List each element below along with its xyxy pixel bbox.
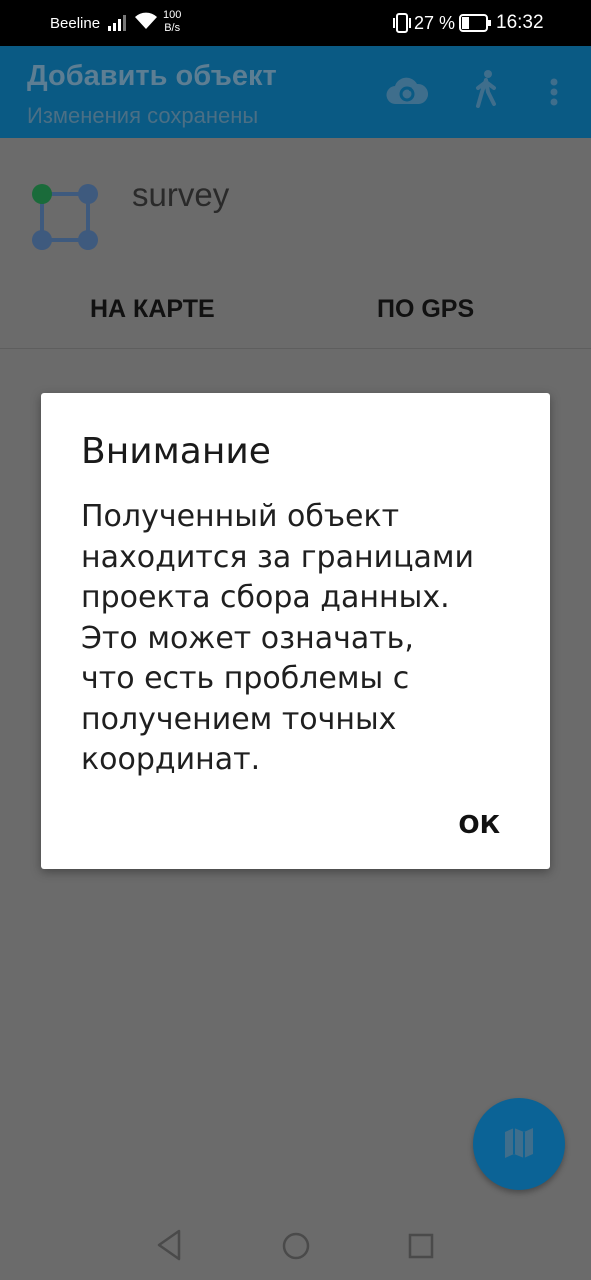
dialog-title: Внимание [81, 431, 271, 472]
save-status: Изменения сохранены [27, 103, 259, 128]
recents-nav-icon[interactable] [408, 1228, 434, 1262]
more-vert-icon[interactable] [550, 78, 558, 106]
net-speed-unit: B/s [164, 22, 181, 34]
layer-name: survey [132, 176, 230, 213]
wifi-icon [135, 12, 157, 29]
clock: 16:32 [496, 12, 544, 33]
alert-dialog: Внимание Полученный объект находится за … [41, 393, 550, 869]
net-speed-value: 100 [163, 9, 182, 21]
map-fab-button[interactable] [473, 1098, 565, 1190]
battery-icon [459, 14, 491, 32]
cloud-sync-icon[interactable] [386, 76, 428, 106]
divider [0, 348, 591, 349]
status-bar: Beeline 100 B/s 27 % 16:32 [0, 0, 591, 46]
home-nav-icon[interactable] [281, 1228, 311, 1262]
vibrate-icon [393, 13, 411, 33]
polygon-icon [32, 184, 98, 250]
dialog-message: Полученный объект находится за границами… [81, 499, 475, 777]
page-title: Добавить объект [27, 60, 277, 92]
map-icon [505, 1128, 533, 1158]
battery-percent: 27 % [414, 13, 456, 33]
signal-icon [108, 15, 126, 31]
carrier-label: Beeline [50, 15, 101, 32]
app-bar: Добавить объект Изменения сохранены [0, 46, 591, 138]
ok-button[interactable]: ОК [458, 810, 500, 839]
net-speed: 100 B/s [163, 9, 181, 35]
tab-by-gps[interactable]: ПО GPS [377, 295, 474, 324]
walking-person-icon[interactable] [474, 70, 498, 108]
back-nav-icon[interactable] [155, 1228, 183, 1262]
tab-on-map[interactable]: НА КАРТЕ [90, 295, 215, 324]
